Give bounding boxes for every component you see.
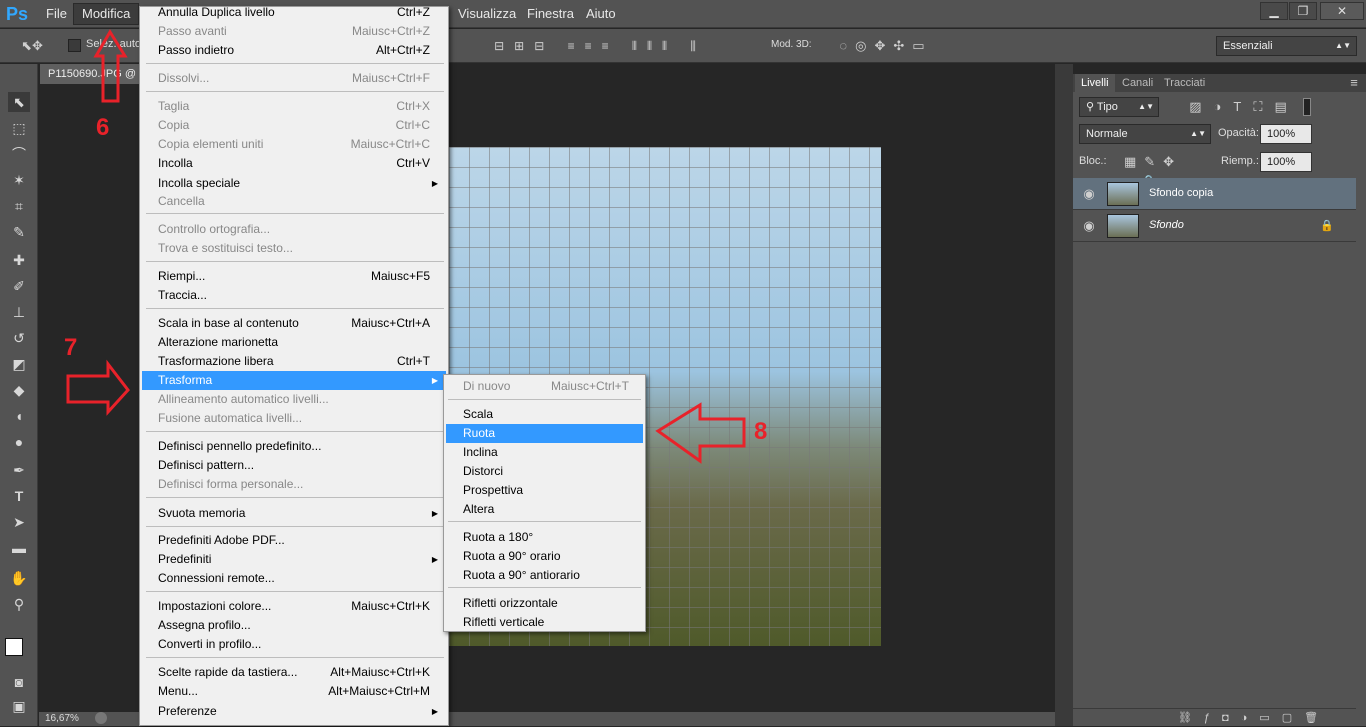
arrow-up-6 xyxy=(93,29,128,103)
annotation-arrows xyxy=(66,29,746,464)
annotation-6: 6 xyxy=(96,114,110,141)
annotation-8: 8 xyxy=(754,418,768,445)
arrow-left-8 xyxy=(655,402,746,464)
arrow-right-7 xyxy=(66,359,130,416)
annotation-7: 7 xyxy=(64,334,78,361)
